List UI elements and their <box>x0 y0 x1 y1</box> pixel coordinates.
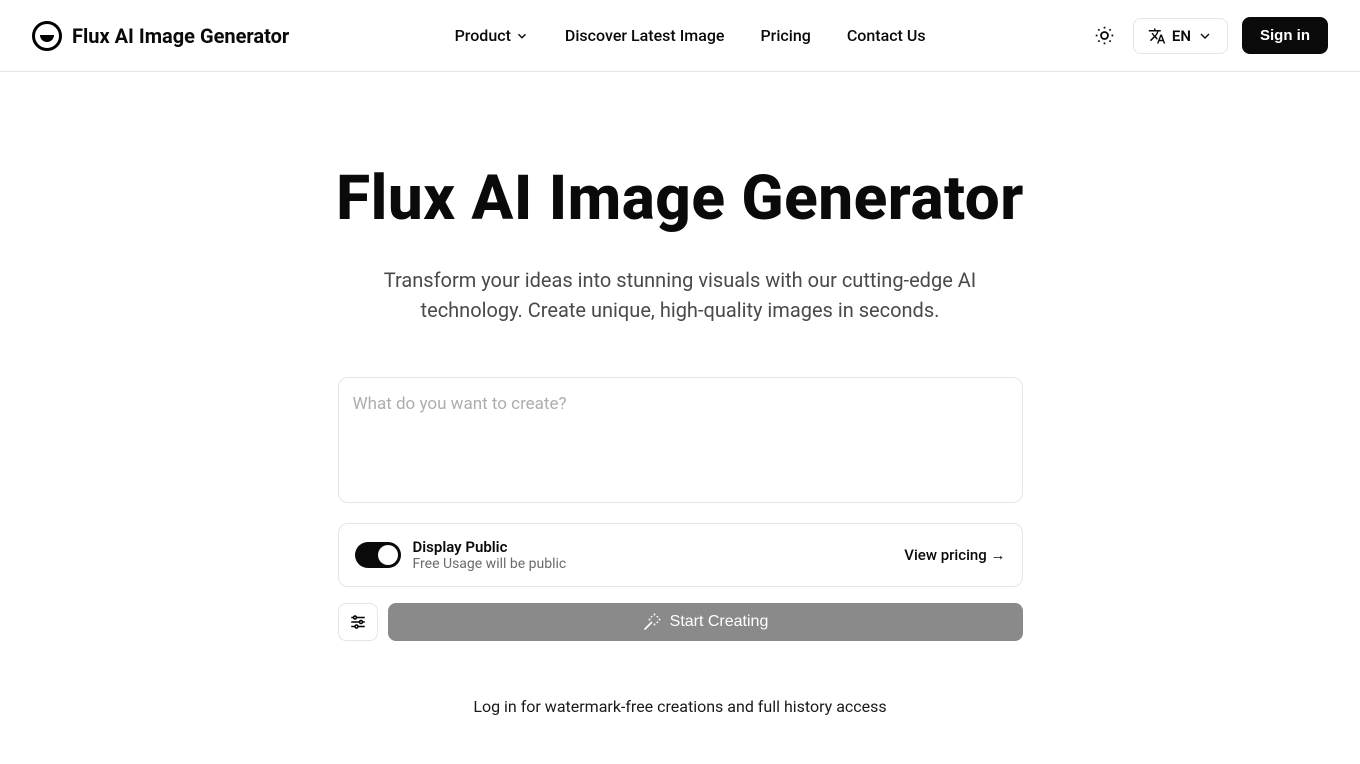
sliders-icon <box>349 613 367 631</box>
login-note: Log in for watermark-free creations and … <box>338 697 1023 716</box>
logo-text: Flux AI Image Generator <box>72 24 289 48</box>
logo-icon <box>32 21 62 51</box>
nav-product[interactable]: Product <box>455 26 529 45</box>
nav-pricing[interactable]: Pricing <box>760 26 810 45</box>
nav-contact[interactable]: Contact Us <box>847 26 926 45</box>
generator-box: Display Public Free Usage will be public… <box>338 377 1023 716</box>
main: Flux AI Image Generator Transform your i… <box>180 72 1180 756</box>
page-subtitle: Transform your ideas into stunning visua… <box>340 265 1020 325</box>
header: Flux AI Image Generator Product Discover… <box>0 0 1360 72</box>
wand-icon <box>642 612 662 632</box>
signin-button[interactable]: Sign in <box>1242 17 1328 54</box>
page-title: Flux AI Image Generator <box>200 162 1160 235</box>
main-nav: Product Discover Latest Image Pricing Co… <box>455 26 926 45</box>
chevron-down-icon <box>1197 28 1213 44</box>
start-creating-button[interactable]: Start Creating <box>388 603 1023 641</box>
translate-icon <box>1148 27 1166 45</box>
theme-toggle-button[interactable] <box>1091 22 1119 50</box>
prompt-input[interactable] <box>338 377 1023 503</box>
nav-product-label: Product <box>455 26 511 45</box>
chevron-down-icon <box>515 29 529 43</box>
start-creating-label: Start Creating <box>670 613 769 631</box>
public-left: Display Public Free Usage will be public <box>355 538 567 572</box>
nav-discover[interactable]: Discover Latest Image <box>565 26 725 45</box>
language-label: EN <box>1172 27 1191 45</box>
action-row: Start Creating <box>338 603 1023 641</box>
header-right: EN Sign in <box>1091 17 1328 54</box>
public-subtitle: Free Usage will be public <box>413 556 567 572</box>
display-public-toggle[interactable] <box>355 542 401 568</box>
view-pricing-link[interactable]: View pricing → <box>904 546 1005 564</box>
public-title: Display Public <box>413 538 567 556</box>
sun-icon <box>1094 25 1115 46</box>
public-row: Display Public Free Usage will be public… <box>338 523 1023 587</box>
logo[interactable]: Flux AI Image Generator <box>32 21 289 51</box>
language-button[interactable]: EN <box>1133 18 1228 54</box>
settings-button[interactable] <box>338 603 378 641</box>
